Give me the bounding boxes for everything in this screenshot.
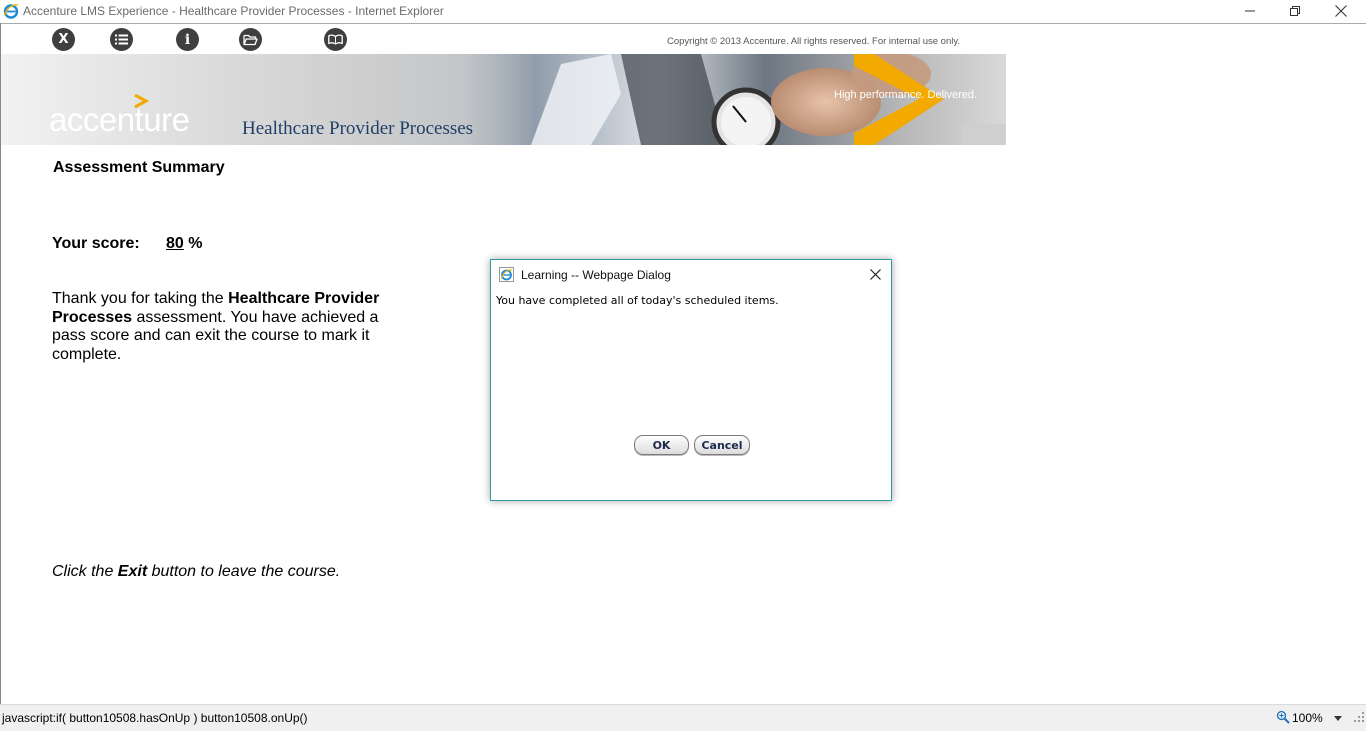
minimize-icon [1245, 10, 1255, 12]
chevron-down-icon[interactable] [1334, 716, 1342, 721]
dialog-message: You have completed all of today's schedu… [496, 294, 779, 307]
exit-instruction-bold: Exit [117, 563, 148, 580]
minimize-button[interactable] [1227, 0, 1273, 22]
page-title: Assessment Summary [53, 159, 225, 176]
restore-icon [1290, 6, 1300, 16]
tagline: High performance. Delivered. [834, 89, 978, 101]
menu-button[interactable] [110, 28, 133, 51]
exit-instruction: Click the Exit button to leave the cours… [52, 563, 340, 581]
status-text: javascript:if( button10508.hasOnUp ) but… [2, 711, 308, 725]
info-button[interactable]: i [176, 28, 199, 51]
exit-button[interactable]: X [52, 28, 75, 51]
window-title-bar: Accenture LMS Experience - Healthcare Pr… [0, 0, 1366, 23]
folder-button[interactable] [239, 28, 262, 51]
glossary-button[interactable] [324, 28, 347, 51]
score-label: Your score: [52, 235, 140, 252]
list-icon [115, 34, 128, 45]
window-title: Accenture LMS Experience - Healthcare Pr… [23, 4, 444, 18]
score-unit: % [188, 235, 203, 252]
exit-icon: X [58, 32, 69, 47]
book-icon [328, 34, 343, 45]
folder-open-icon [243, 34, 258, 45]
close-icon [869, 268, 881, 280]
status-bar: javascript:if( button10508.hasOnUp ) but… [0, 704, 1366, 731]
thanks-prefix: Thank you for taking the [52, 290, 229, 307]
zoom-icon[interactable] [1276, 710, 1290, 724]
course-title: Healthcare Provider Processes [242, 118, 474, 139]
ok-button[interactable]: OK [634, 435, 689, 455]
cancel-button[interactable]: Cancel [694, 435, 750, 455]
copyright-text: Copyright © 2013 Accenture. All rights r… [667, 36, 961, 47]
ie-dialog-icon [499, 267, 514, 282]
thank-you-message: Thank you for taking the Healthcare Prov… [52, 290, 392, 364]
exit-instruction-suffix: button to leave the course. [147, 563, 341, 580]
resize-grip-icon[interactable] [1354, 712, 1365, 723]
zoom-level[interactable]: 100% [1292, 711, 1323, 725]
score-value: 80 % [166, 235, 202, 253]
info-icon: i [184, 31, 191, 48]
accenture-logo-text: accenture [49, 101, 190, 138]
accenture-logo-mark [134, 94, 149, 108]
close-icon [1335, 5, 1347, 17]
course-banner: accenture Healthcare Provider Processes … [1, 54, 1006, 145]
dialog-title: Learning -- Webpage Dialog [521, 268, 671, 282]
dialog-close-button[interactable] [863, 263, 887, 285]
exit-instruction-prefix: Click the [52, 563, 118, 580]
ie-icon [3, 4, 19, 19]
score-number: 80 [166, 235, 184, 252]
restore-button[interactable] [1272, 0, 1318, 22]
webpage-dialog: Learning -- Webpage Dialog You have comp… [490, 259, 892, 501]
window-close-button[interactable] [1318, 0, 1364, 22]
